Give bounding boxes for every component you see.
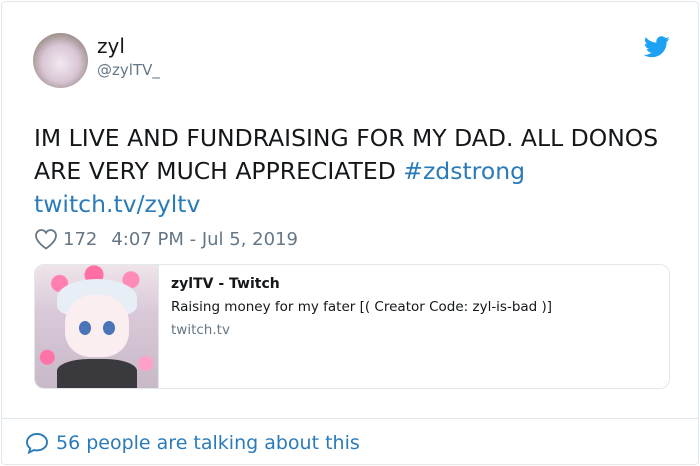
tweet-embed-card: zyl @zylTV_ IM LIVE AND FUNDRAISING FOR …: [1, 1, 699, 465]
link-preview-description: Raising money for my fater [( Creator Co…: [171, 299, 553, 315]
like-count[interactable]: 172: [63, 229, 97, 250]
author-name[interactable]: zyl: [97, 34, 125, 58]
talking-count-link[interactable]: 56 people are talking about this: [56, 432, 360, 454]
twitter-bird-icon[interactable]: [644, 36, 670, 58]
hashtag-link[interactable]: #zdstrong: [403, 157, 525, 185]
tweet-meta: 172 4:07 PM - Jul 5, 2019: [34, 226, 298, 252]
link-preview-image: [35, 265, 159, 388]
tweet-url-link[interactable]: twitch.tv/zyltv: [34, 190, 200, 218]
conversation-footer[interactable]: 56 people are talking about this: [25, 430, 360, 456]
heart-icon[interactable]: [34, 228, 58, 250]
speech-bubble-icon: [26, 433, 48, 454]
link-preview-domain: twitch.tv: [171, 322, 230, 338]
link-preview-card[interactable]: zylTV - Twitch Raising money for my fate…: [34, 264, 670, 389]
footer-divider: [2, 418, 698, 419]
tweet-body: IM LIVE AND FUNDRAISING FOR MY DAD. ALL …: [34, 124, 659, 185]
author-avatar[interactable]: [33, 33, 88, 88]
tweet-timestamp[interactable]: 4:07 PM - Jul 5, 2019: [111, 229, 298, 250]
link-preview-title: zylTV - Twitch: [171, 276, 280, 292]
tweet-text: IM LIVE AND FUNDRAISING FOR MY DAD. ALL …: [34, 122, 664, 221]
author-handle[interactable]: @zylTV_: [97, 61, 160, 79]
